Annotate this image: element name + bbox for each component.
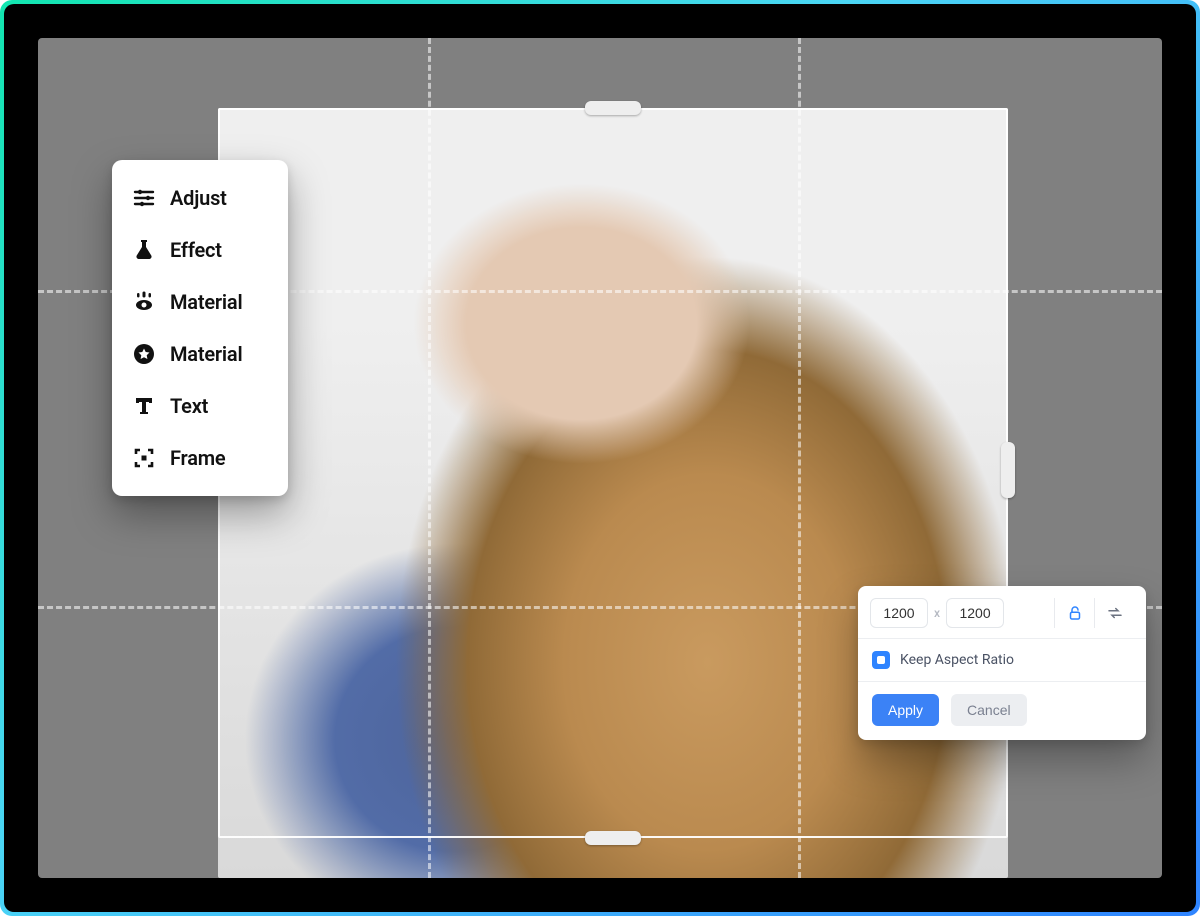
star-circle-icon: [132, 342, 156, 366]
tool-effect[interactable]: Effect: [112, 224, 288, 276]
tool-material-eye[interactable]: Material: [112, 276, 288, 328]
cancel-button[interactable]: Cancel: [951, 694, 1027, 726]
dimension-separator: x: [934, 606, 940, 620]
tool-panel: Adjust Effect: [112, 160, 288, 496]
tool-label: Effect: [170, 238, 222, 262]
crop-handle-right[interactable]: [1001, 442, 1015, 498]
tool-label: Material: [170, 342, 242, 366]
tool-text[interactable]: Text: [112, 380, 288, 432]
tool-label: Adjust: [170, 186, 227, 210]
apply-button[interactable]: Apply: [872, 694, 939, 726]
text-icon: [132, 394, 156, 418]
lock-icon: [1066, 604, 1084, 622]
tool-label: Frame: [170, 446, 225, 470]
tool-material-star[interactable]: Material: [112, 328, 288, 380]
canvas-image: [218, 108, 1008, 878]
editor-canvas: Adjust Effect: [38, 38, 1162, 878]
swap-dimensions-button[interactable]: [1094, 598, 1134, 628]
sliders-icon: [132, 186, 156, 210]
swap-horizontal-icon: [1106, 604, 1124, 622]
eye-sparkle-icon: [132, 290, 156, 314]
resize-dialog: x: [858, 586, 1146, 740]
frame-icon: [132, 446, 156, 470]
height-input[interactable]: [946, 598, 1004, 628]
tool-label: Text: [170, 394, 208, 418]
crop-handle-top[interactable]: [585, 101, 641, 115]
flask-icon: [132, 238, 156, 262]
crop-handle-bottom[interactable]: [585, 831, 641, 845]
lock-aspect-button[interactable]: [1054, 598, 1094, 628]
tool-adjust[interactable]: Adjust: [112, 172, 288, 224]
tool-frame[interactable]: Frame: [112, 432, 288, 484]
tool-label: Material: [170, 290, 242, 314]
keep-aspect-label: Keep Aspect Ratio: [900, 652, 1014, 668]
keep-aspect-checkbox[interactable]: [872, 651, 890, 669]
width-input[interactable]: [870, 598, 928, 628]
